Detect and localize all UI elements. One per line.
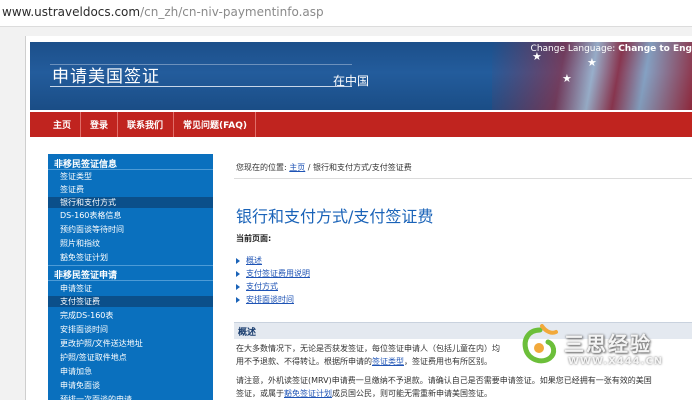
watermark-logo-icon	[522, 324, 558, 364]
site-banner: ★ ★ ★ 申请美国签证 在中国 Change Language: Change…	[30, 42, 692, 110]
breadcrumb-home-link[interactable]: 主页	[289, 163, 305, 172]
triangle-right-icon	[236, 283, 240, 290]
sidebar-item-expedite[interactable]: 申请加急	[60, 366, 92, 377]
nav-faq[interactable]: 常见问题(FAQ)	[183, 118, 247, 131]
url-text[interactable]: www.ustraveldocs.com/cn_zh/cn-niv-paymen…	[2, 5, 324, 19]
sidebar-item-pay-fee[interactable]: 支付签证费	[60, 296, 100, 307]
sidebar-item-interview-waiver[interactable]: 申请免面谈	[60, 380, 100, 391]
change-language: Change Language: Change to Eng	[531, 44, 692, 54]
toc-link-payment-methods[interactable]: 支付方式	[246, 282, 278, 291]
para-text: 签证，或属于	[236, 389, 284, 398]
sidebar-item-visa-types[interactable]: 签证类型	[60, 171, 92, 182]
para-text: 用不予退款、不得转让。根据所申请的	[236, 357, 372, 366]
sidebar-divider	[48, 169, 213, 170]
sidebar-item-wait-times[interactable]: 预约面谈等待时间	[60, 224, 124, 235]
current-page-label: 当前页面:	[236, 234, 272, 243]
toc-item[interactable]: 支付方式	[236, 281, 278, 292]
sidebar-divider	[48, 265, 213, 266]
sidebar-item-schedule[interactable]: 安排面谈时间	[60, 324, 108, 335]
triangle-right-icon	[236, 270, 240, 277]
visa-types-link[interactable]: 签证类型	[372, 357, 404, 366]
triangle-right-icon	[236, 257, 240, 264]
sidebar-item-delivery-address[interactable]: 更改护照/文件送达地址	[60, 338, 143, 349]
breadcrumb: 您现在的位置: 主页 / 银行和支付方式/支付签证费	[236, 162, 412, 173]
nav-contact[interactable]: 联系我们	[127, 118, 163, 131]
sidebar-item-complete-ds160[interactable]: 完成DS-160表	[60, 310, 113, 321]
star-icon: ★	[562, 72, 572, 85]
triangle-right-icon	[236, 296, 240, 303]
toc-link-fee-instructions[interactable]: 支付签证费用说明	[246, 269, 310, 278]
toc-link-overview[interactable]: 概述	[246, 256, 262, 265]
sidebar: 非移民签证信息 签证类型 签证费 银行和支付方式 DS-160表格信息 预约面谈…	[48, 154, 213, 404]
url-path: /cn_zh/cn-niv-paymentinfo.asp	[140, 5, 324, 19]
sidebar-item-bank-payment[interactable]: 银行和支付方式	[60, 197, 116, 208]
sidebar-item-apply[interactable]: 申请签证	[60, 283, 92, 294]
sidebar-divider	[48, 280, 213, 281]
site-subtitle: 在中国	[333, 74, 370, 88]
change-language-link[interactable]: Change to Eng	[618, 44, 692, 54]
main-nav: 主页 登录 联系我们 常见问题(FAQ)	[30, 112, 692, 137]
nav-login[interactable]: 登录	[90, 118, 108, 131]
browser-address-bar[interactable]: www.ustraveldocs.com/cn_zh/cn-niv-paymen…	[0, 0, 692, 27]
banner-divider	[50, 86, 352, 87]
sidebar-item-visa-waiver[interactable]: 豁免签证计划	[60, 252, 108, 263]
breadcrumb-prefix: 您现在的位置:	[236, 163, 290, 172]
page-title: 银行和支付方式/支付签证费	[236, 207, 434, 226]
breadcrumb-divider	[234, 178, 692, 179]
url-host: www.ustraveldocs.com	[2, 5, 141, 19]
site-title: 申请美国签证	[52, 67, 160, 87]
change-language-label: Change Language:	[530, 44, 616, 54]
toc-item[interactable]: 安排面谈时间	[236, 294, 294, 305]
sidebar-item-visa-fee[interactable]: 签证费	[60, 184, 84, 195]
watermark-url: WWW.X444.CN	[568, 356, 664, 367]
nav-separator	[255, 112, 256, 137]
sidebar-item-pickup-location[interactable]: 护照/签证取件地点	[60, 352, 127, 363]
overview-paragraph-1: 在大多数情况下，无论是否获发签证，每位签证申请人（包括儿童在内）均	[236, 344, 500, 353]
toc-link-schedule[interactable]: 安排面谈时间	[246, 295, 294, 304]
sidebar-item-ds160-info[interactable]: DS-160表格信息	[60, 210, 121, 221]
para-text: 成员国公民，则可能无需重新申请美国签证。	[332, 389, 492, 398]
sidebar-item-photo-fingerprint[interactable]: 照片和指纹	[60, 238, 100, 249]
watermark: 三思经验 WWW.X444.CN	[512, 322, 692, 380]
visa-waiver-link[interactable]: 豁免签证计划	[284, 389, 332, 398]
section-title-overview: 概述	[238, 328, 257, 338]
nav-separator	[173, 112, 174, 137]
nav-separator	[80, 112, 81, 137]
nav-home[interactable]: 主页	[53, 118, 71, 131]
toc-item[interactable]: 支付签证费用说明	[236, 268, 310, 279]
para-text: ，签证费用也有所区别。	[404, 357, 492, 366]
toc-item[interactable]: 概述	[236, 255, 262, 266]
watermark-title: 三思经验	[564, 332, 652, 356]
nav-separator	[117, 112, 118, 137]
breadcrumb-current: / 银行和支付方式/支付签证费	[305, 163, 412, 172]
star-icon: ★	[587, 56, 597, 69]
overview-paragraph-2-cont: 签证，或属于豁免签证计划成员国公民，则可能无需重新申请美国签证。	[236, 388, 492, 399]
overview-paragraph-1-cont: 用不予退款、不得转让。根据所申请的签证类型，签证费用也有所区别。	[236, 356, 492, 367]
